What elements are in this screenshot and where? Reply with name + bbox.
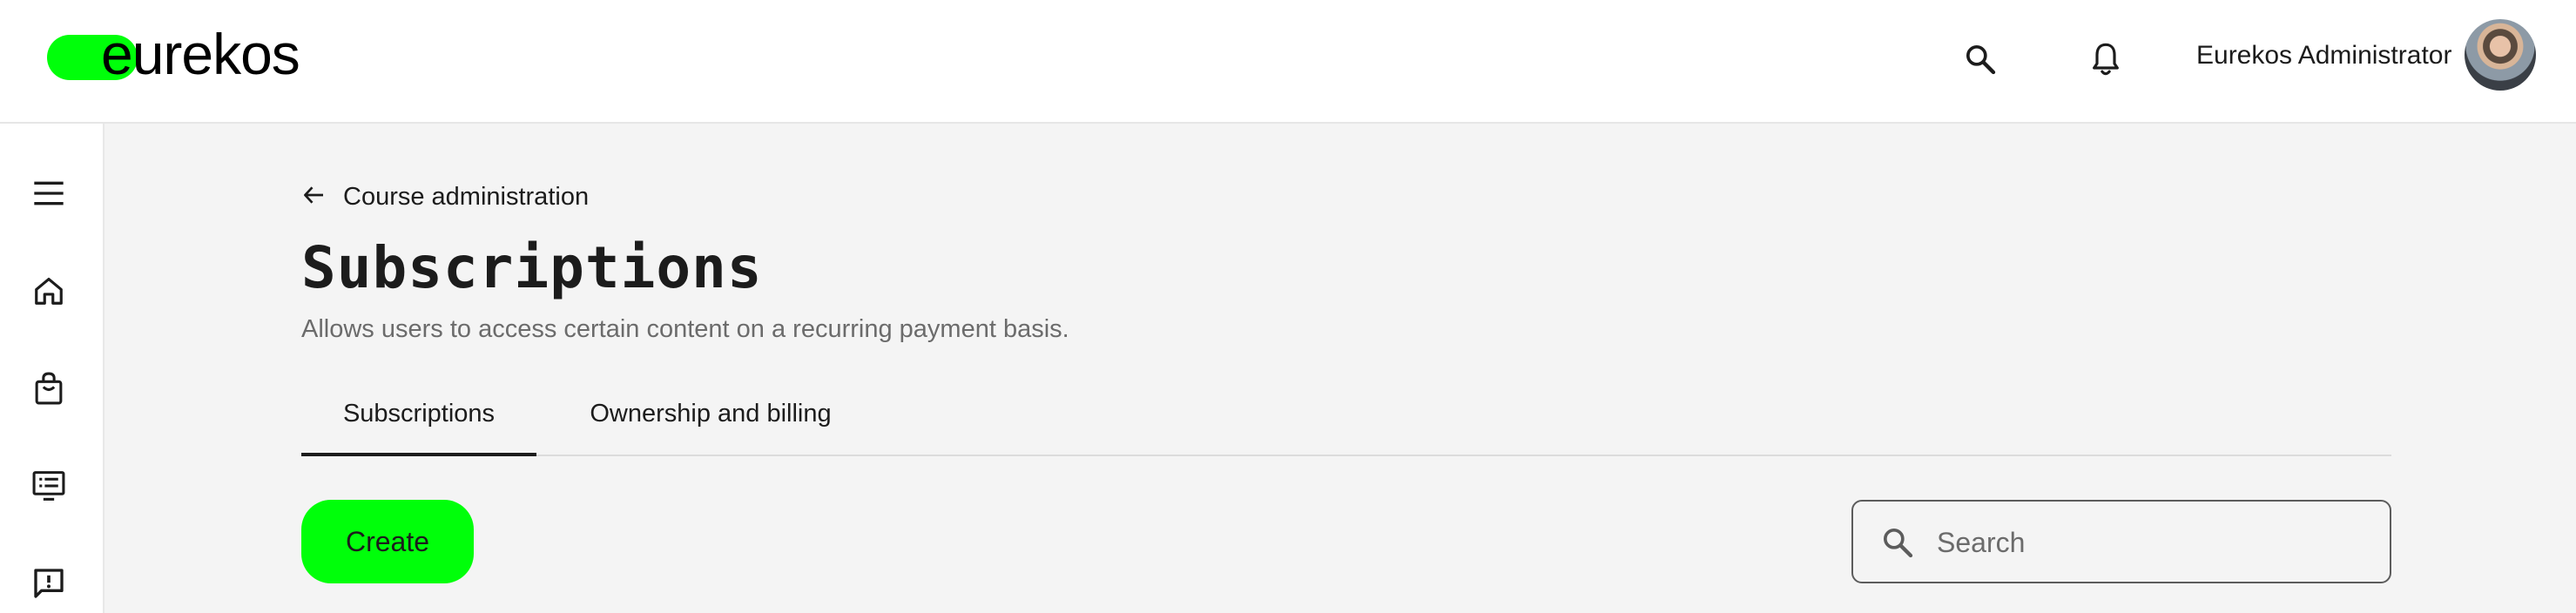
top-bar: eurekos Eurekos Administrator [0, 0, 2576, 124]
back-link-label: Course administration [343, 182, 590, 211]
search-icon [1876, 521, 1919, 564]
create-button[interactable]: Create [301, 500, 474, 583]
back-link[interactable]: Course administration [301, 178, 589, 216]
search-field[interactable] [1851, 500, 2391, 583]
bell-icon[interactable] [2080, 33, 2132, 85]
feedback-icon[interactable] [23, 557, 75, 610]
page-subtitle: Allows users to access certain content o… [301, 315, 1069, 343]
menu-icon[interactable] [23, 167, 75, 219]
user-name[interactable]: Eurekos Administrator [2196, 38, 2451, 73]
page-title: Subscriptions [301, 234, 763, 301]
tab-bar: Subscriptions Ownership and billing [301, 390, 2391, 456]
home-icon[interactable] [23, 265, 75, 317]
search-input[interactable] [1937, 519, 2372, 566]
avatar[interactable] [2465, 19, 2536, 91]
search-icon[interactable] [1954, 33, 2006, 85]
shopping-bag-icon[interactable] [23, 362, 75, 414]
sidebar [0, 124, 105, 613]
arrow-left-icon [301, 182, 327, 212]
course-list-icon[interactable] [23, 460, 75, 512]
logo-text: eurekos [101, 22, 300, 86]
tab-ownership-and-billing[interactable]: Ownership and billing [536, 390, 885, 456]
eurekos-logo[interactable]: eurekos [47, 22, 326, 86]
tab-subscriptions[interactable]: Subscriptions [301, 390, 536, 456]
